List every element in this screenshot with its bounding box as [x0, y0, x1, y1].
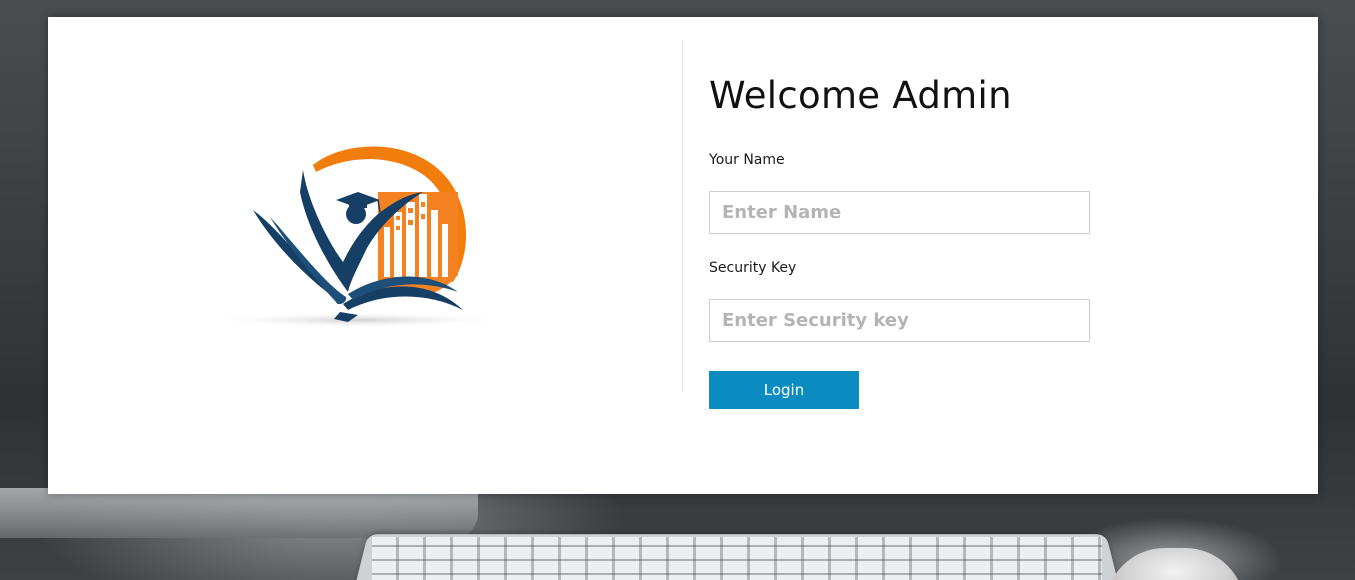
- background-laptop: [0, 488, 478, 538]
- page-title: Welcome Admin: [709, 74, 1012, 117]
- login-form: Welcome Admin Your Name Security Key Log…: [709, 72, 1090, 409]
- vertical-divider: [682, 40, 683, 392]
- background-keys: [372, 537, 1102, 580]
- security-key-input[interactable]: [709, 299, 1090, 342]
- security-key-label: Security Key: [709, 260, 797, 276]
- login-button[interactable]: Login: [709, 371, 859, 409]
- name-label: Your Name: [709, 152, 785, 168]
- login-card: Welcome Admin Your Name Security Key Log…: [48, 17, 1318, 494]
- name-input[interactable]: [709, 191, 1090, 234]
- education-logo-icon: [208, 146, 508, 328]
